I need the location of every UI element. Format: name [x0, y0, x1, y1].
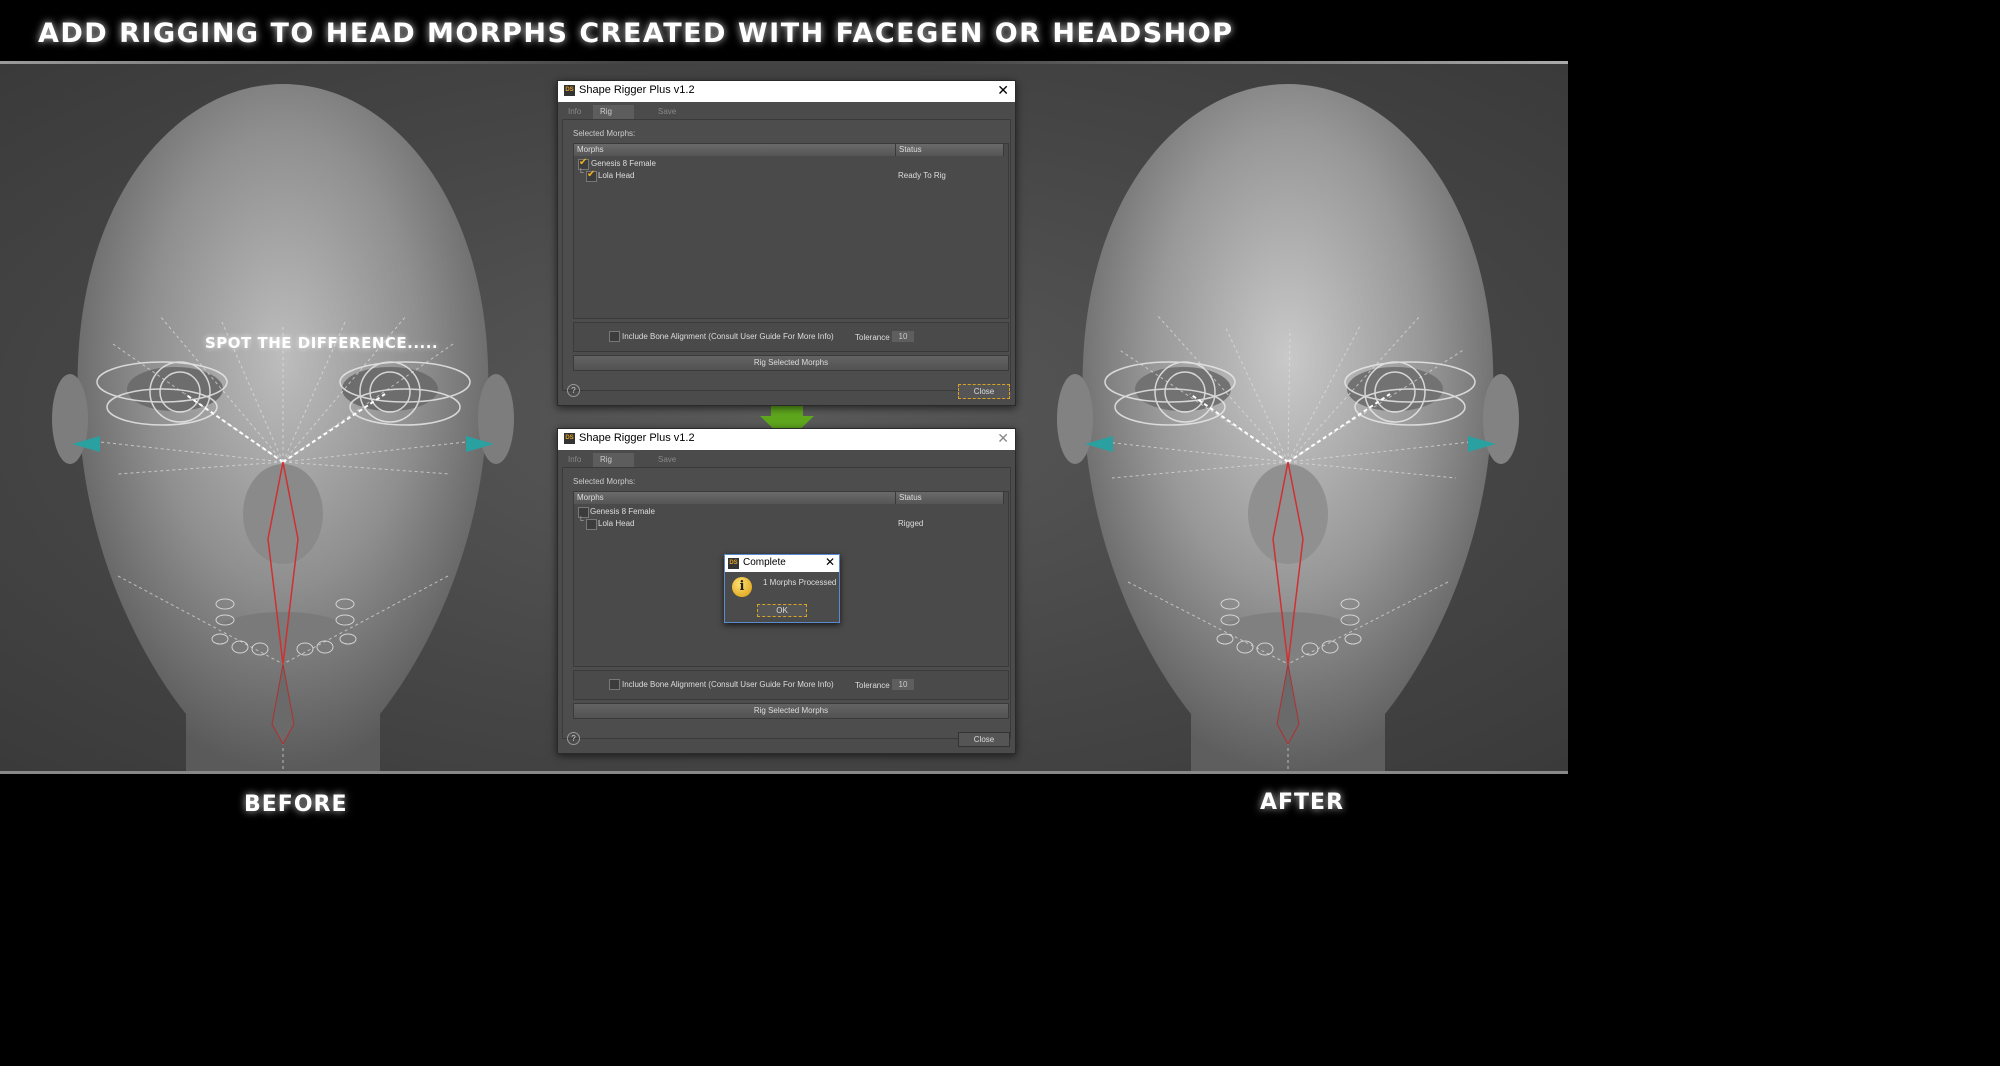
close-icon[interactable]: ✕ — [997, 430, 1009, 447]
label-before: BEFORE — [244, 792, 348, 817]
label-after: AFTER — [1260, 790, 1345, 815]
column-morphs[interactable]: Morphs — [574, 144, 896, 156]
help-icon[interactable]: ? — [567, 732, 580, 745]
help-icon[interactable]: ? — [567, 384, 580, 397]
rig-selected-morphs-button[interactable]: Rig Selected Morphs — [573, 703, 1009, 719]
complete-popup: DS Complete ✕ i 1 Morphs Processed OK — [724, 554, 840, 623]
row-genesis-name[interactable]: Genesis 8 Female — [590, 507, 655, 516]
close-icon[interactable]: ✕ — [997, 82, 1009, 99]
row-lola-name[interactable]: Lola Head — [598, 171, 634, 180]
daz-logo-icon: DS — [564, 433, 575, 444]
checkbox-lola[interactable] — [586, 519, 597, 530]
row-lola-status: Rigged — [898, 519, 924, 528]
row-lola-name[interactable]: Lola Head — [598, 519, 634, 528]
dialog-titlebar: DS Shape Rigger Plus v1.2 ✕ — [558, 429, 1015, 450]
dialog-before: DS Shape Rigger Plus v1.2 ✕ Info Rig Mor… — [557, 80, 1016, 406]
tab-info[interactable]: Info — [561, 453, 588, 467]
tab-rig-morphs[interactable]: Rig Morphs — [593, 453, 634, 478]
top-banner: ADD RIGGING TO HEAD MORPHS CREATED WITH … — [0, 0, 1568, 62]
rig-selected-morphs-button[interactable]: Rig Selected Morphs — [573, 355, 1009, 371]
tolerance-input[interactable]: 10 — [892, 331, 914, 342]
selected-morphs-label: Selected Morphs: — [573, 129, 636, 138]
dialog-title: Shape Rigger Plus v1.2 — [579, 432, 695, 444]
dialog-titlebar: DS Shape Rigger Plus v1.2 ✕ — [558, 81, 1015, 102]
tab-save-morphs[interactable]: Save Morphs — [651, 453, 692, 478]
popup-title: Complete — [743, 557, 786, 568]
popup-titlebar: DS Complete ✕ — [725, 555, 839, 572]
rig-morphs-panel: Selected Morphs: Morphs Status Genesis 8… — [562, 119, 1011, 391]
tree-connector: └ — [578, 516, 584, 525]
tolerance-label: Tolerance — [855, 681, 890, 690]
tolerance-input[interactable]: 10 — [892, 679, 914, 690]
close-button[interactable]: Close — [958, 384, 1010, 399]
popup-message: 1 Morphs Processed — [763, 578, 837, 587]
ok-button[interactable]: OK — [757, 604, 807, 617]
daz-logo-icon: DS — [728, 558, 739, 569]
column-status[interactable]: Status — [896, 492, 1004, 504]
selected-morphs-label: Selected Morphs: — [573, 477, 636, 486]
options-box: Include Bone Alignment (Consult User Gui… — [573, 322, 1009, 352]
morph-tree[interactable]: Morphs Status Genesis 8 Female └ Lola He… — [573, 143, 1009, 319]
column-status[interactable]: Status — [896, 144, 1004, 156]
row-genesis-name[interactable]: Genesis 8 Female — [591, 159, 656, 168]
bone-alignment-label: Include Bone Alignment (Consult User Gui… — [622, 332, 834, 341]
row-lola-status: Ready To Rig — [898, 171, 946, 180]
close-icon[interactable]: ✕ — [825, 555, 835, 569]
tab-rig-morphs[interactable]: Rig Morphs — [593, 105, 634, 130]
tab-info[interactable]: Info — [561, 105, 588, 119]
banner-title: ADD RIGGING TO HEAD MORPHS CREATED WITH … — [38, 18, 1234, 49]
column-morphs[interactable]: Morphs — [574, 492, 896, 504]
head-after — [1057, 84, 1519, 771]
bone-alignment-checkbox[interactable] — [609, 331, 620, 342]
info-icon: i — [732, 577, 752, 597]
daz-logo-icon: DS — [564, 85, 575, 96]
dialog-title: Shape Rigger Plus v1.2 — [579, 84, 695, 96]
checkbox-lola[interactable] — [586, 169, 597, 182]
tolerance-label: Tolerance — [855, 333, 890, 342]
spot-the-difference: SPOT THE DIFFERENCE..... — [205, 334, 439, 352]
options-box: Include Bone Alignment (Consult User Gui… — [573, 670, 1009, 700]
bone-alignment-checkbox[interactable] — [609, 679, 620, 690]
close-button[interactable]: Close — [958, 732, 1010, 747]
tree-connector: └ — [578, 168, 584, 177]
tab-save-morphs[interactable]: Save Morphs — [651, 105, 692, 130]
head-before — [52, 84, 514, 771]
bone-alignment-label: Include Bone Alignment (Consult User Gui… — [622, 680, 834, 689]
